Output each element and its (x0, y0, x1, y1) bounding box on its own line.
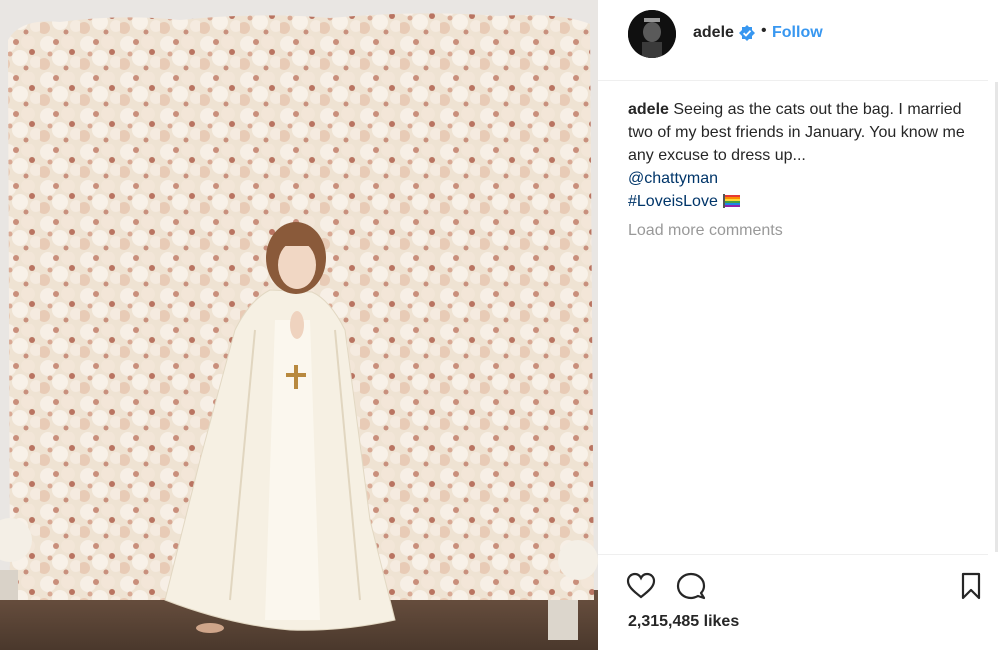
avatar-image (628, 10, 676, 58)
load-more-comments[interactable]: Load more comments (628, 222, 783, 240)
comment-icon[interactable] (676, 571, 706, 601)
hashtag-line: #LoveisLove (628, 190, 968, 213)
caption-username[interactable]: adele (628, 101, 669, 118)
rainbow-flag-icon (722, 194, 740, 208)
verified-badge-icon (739, 25, 755, 41)
post-photo[interactable] (0, 0, 598, 650)
bookmark-icon[interactable] (956, 571, 986, 601)
caption-text: Seeing as the cats out the bag. I marrie… (628, 101, 965, 164)
header-username[interactable]: adele (693, 24, 734, 42)
avatar[interactable] (628, 10, 676, 58)
heart-icon[interactable] (626, 571, 656, 601)
mention-link[interactable]: @chattyman (628, 167, 968, 190)
follow-button[interactable]: Follow (772, 24, 823, 42)
likes-count[interactable]: 2,315,485 likes (628, 613, 739, 631)
scrollbar[interactable] (995, 82, 998, 552)
post-caption: adele Seeing as the cats out the bag. I … (628, 98, 968, 213)
hashtag-link[interactable]: #LoveisLove (628, 193, 718, 210)
post-actions: 2,315,485 likes (598, 554, 988, 651)
separator-dot: • (761, 22, 767, 39)
post-side-panel: adele • Follow adele Seeing as the cats … (598, 0, 1000, 650)
post-header: adele • Follow (598, 0, 988, 81)
photo-image (0, 0, 598, 650)
